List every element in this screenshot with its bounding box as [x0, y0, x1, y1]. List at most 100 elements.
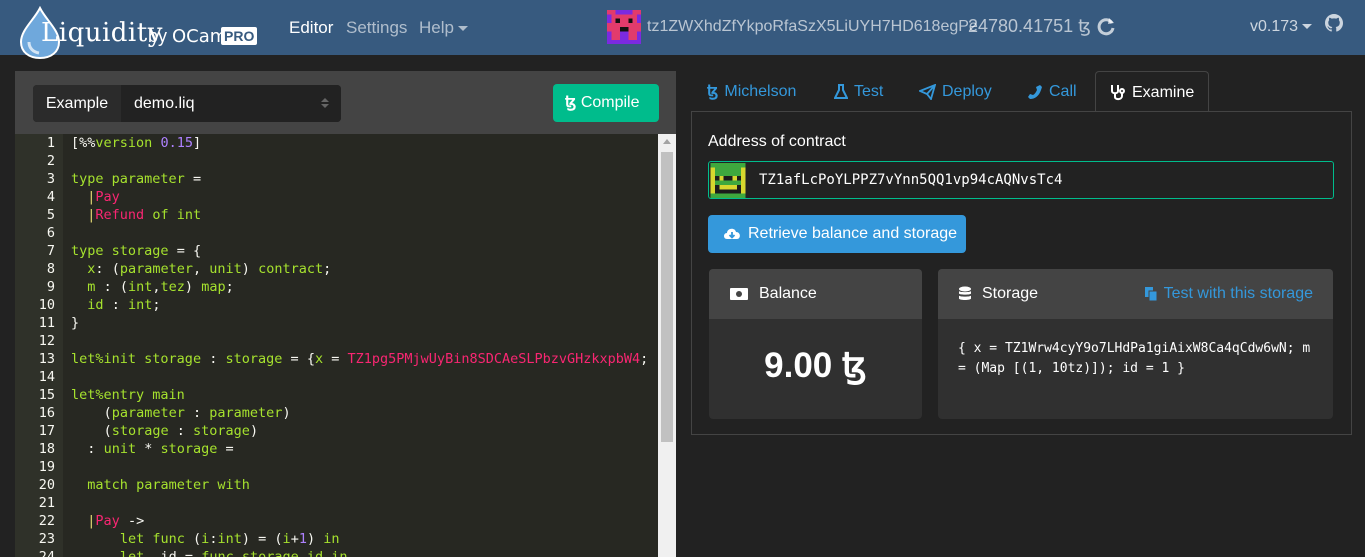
tab-michelson[interactable]: ꜩ Michelson	[707, 71, 796, 112]
logo-by: by	[148, 26, 168, 46]
code-line: 22 |Pay ->	[15, 512, 655, 530]
contract-address-input[interactable]: TZ1afLcPoYLPPZ7vYnn5QQ1vp94cAQNvsTc4	[708, 161, 1334, 199]
address-label: Address of contract	[708, 133, 846, 150]
code-text: : unit * storage =	[87, 441, 234, 457]
code-text: (parameter : parameter)	[103, 405, 291, 421]
balance-title: Balance	[759, 285, 817, 302]
code-line: 17 (storage : storage)	[15, 422, 655, 440]
code-text: let func (i:int) = (i+1) in	[119, 531, 340, 547]
storage-card: Storage Test with this storage { x = TZ1…	[938, 269, 1333, 419]
line-number: 15	[38, 387, 55, 403]
code-text: id : int;	[87, 297, 161, 313]
compile-button[interactable]: ꜩ Compile	[553, 84, 659, 122]
code-text: |Refund of int	[87, 207, 202, 223]
nav-settings[interactable]: Settings	[346, 18, 407, 38]
example-select[interactable]: demo.liq	[121, 85, 341, 122]
nav-help-label: Help	[419, 18, 454, 37]
tez-icon: ꜩ	[707, 83, 719, 100]
line-number: 3	[46, 171, 55, 187]
code-text: |Pay ->	[87, 513, 145, 529]
code-line: 13 let%init storage : storage = {x = TZ1p…	[15, 350, 655, 368]
code-text: [%%version 0.15]	[71, 135, 202, 151]
code-line: 15 let%entry main	[15, 386, 655, 404]
code-line: 8 x: (parameter, unit) contract;	[15, 260, 655, 278]
select-arrows-icon	[321, 98, 329, 108]
cloud-download-icon	[724, 228, 740, 239]
line-number: 1	[46, 135, 55, 151]
line-number: 7	[46, 243, 55, 259]
line-number: 19	[38, 459, 55, 475]
code-text: (storage : storage)	[103, 423, 259, 439]
tab-label: Call	[1049, 83, 1077, 100]
tez-icon: ꜩ	[565, 94, 577, 111]
line-number: 22	[38, 513, 55, 529]
flask-icon	[833, 83, 849, 99]
storage-value: { x = TZ1Wrw4cyY9o7LHdPa1giAixW8Ca4qCdw6…	[958, 341, 1311, 376]
examine-panel: Address of contract TZ1afLcPoYLPPZ7vYnn5…	[691, 111, 1352, 435]
code-line: 20 match parameter with	[15, 476, 655, 494]
example-label: Example	[33, 85, 121, 122]
stethoscope-icon	[1111, 85, 1125, 101]
database-icon	[959, 286, 971, 300]
line-number: 23	[38, 531, 55, 547]
code-line: 4 |Pay	[15, 188, 655, 206]
balance-card: Balance 9.00 ꜩ	[709, 269, 922, 419]
code-text: match parameter with	[87, 477, 250, 493]
code-line: 2	[15, 152, 655, 170]
line-number: 24	[38, 549, 55, 557]
account-identicon	[607, 10, 641, 44]
github-icon[interactable]	[1325, 14, 1343, 32]
line-number: 8	[46, 261, 55, 277]
liquidity-logo[interactable]: Liquidity by OCaml PRO	[14, 6, 274, 60]
line-number: 21	[38, 495, 55, 511]
code-text: let _id = func storage.id in	[119, 549, 348, 557]
code-editor[interactable]: 1 [%%version 0.15] 2 3 type parameter = 4 |Pa…	[15, 134, 676, 557]
editor-panel: Example demo.liq ꜩ Compile 1 [%%version 0…	[15, 71, 676, 557]
code-text: }	[71, 315, 80, 331]
code-line: 18 : unit * storage =	[15, 440, 655, 458]
line-number: 13	[38, 351, 55, 367]
version-label: v0.173	[1250, 18, 1299, 35]
tab-test[interactable]: Test	[833, 71, 884, 112]
code-line: 21	[15, 494, 655, 512]
editor-scrollbar[interactable]	[658, 134, 676, 557]
refresh-icon[interactable]	[1097, 16, 1115, 36]
tab-call[interactable]: Call	[1027, 71, 1077, 112]
code-line: 23 let func (i:int) = (i+1) in	[15, 530, 655, 548]
compile-label: Compile	[580, 94, 640, 111]
code-line: 24 let _id = func storage.id in	[15, 548, 655, 557]
code-line: 19	[15, 458, 655, 476]
code-line: 11}	[15, 314, 655, 332]
version-dropdown[interactable]: v0.173	[1250, 18, 1313, 36]
code-line: 10 id : int;	[15, 296, 655, 314]
account-address[interactable]: tz1ZWXhdZfYkpoRfaSzX5LiUYH7HD618egPe	[647, 18, 978, 36]
contract-identicon	[710, 163, 746, 198]
line-number: 10	[38, 297, 55, 313]
test-with-storage-link[interactable]: Test with this storage	[1144, 269, 1313, 319]
code-text: type storage = {	[71, 243, 202, 259]
code-line: 14	[15, 368, 655, 386]
phone-icon	[1028, 84, 1042, 99]
code-line: 12	[15, 332, 655, 350]
code-line: 16 (parameter : parameter)	[15, 404, 655, 422]
code-line: 5 |Refund of int	[15, 206, 655, 224]
line-number: 9	[46, 279, 55, 295]
code-text: m : (int,tez) map;	[87, 279, 234, 295]
code-line: 3 type parameter =	[15, 170, 655, 188]
nav-editor[interactable]: Editor	[289, 18, 333, 38]
code-text: x: (parameter, unit) contract;	[87, 261, 332, 277]
retrieve-balance-storage-button[interactable]: Retrieve balance and storage	[708, 215, 966, 253]
scroll-thumb[interactable]	[661, 152, 673, 442]
account-balance: 24780.41751 ꜩ	[968, 16, 1091, 36]
tab-label: Test	[854, 83, 884, 100]
scroll-up-arrow-icon[interactable]	[663, 139, 671, 144]
chevron-down-icon	[457, 26, 468, 32]
nav-help[interactable]: Help	[419, 18, 468, 38]
tab-deploy[interactable]: Deploy	[917, 71, 992, 112]
tab-examine[interactable]: Examine	[1095, 71, 1210, 112]
code-text: type parameter =	[71, 171, 202, 187]
line-number: 16	[38, 405, 55, 421]
tabs: ꜩ Michelson Test Deploy Call Examine	[691, 71, 1351, 112]
retrieve-label: Retrieve balance and storage	[748, 225, 958, 242]
logo-text: Liquidity	[41, 18, 163, 48]
